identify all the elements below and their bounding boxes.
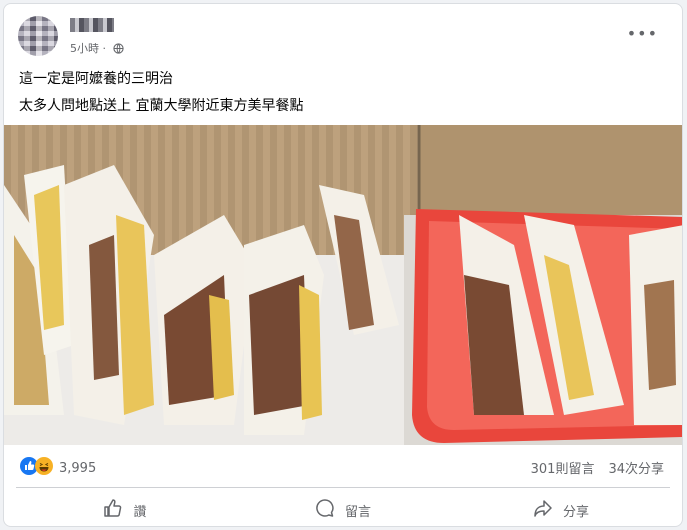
haha-reaction-icon xyxy=(35,457,53,479)
avatar[interactable] xyxy=(18,16,58,56)
like-label: 讚 xyxy=(133,504,147,520)
reaction-count: 3,995 xyxy=(59,460,97,476)
like-button[interactable]: 讚 xyxy=(16,493,234,526)
post-meta: 5小時 · xyxy=(70,40,124,57)
post-stats: 3,995 301則留言 34次分享 xyxy=(20,457,668,477)
more-options-icon[interactable]: ••• xyxy=(627,24,658,43)
comment-label: 留言 xyxy=(344,504,371,520)
comment-button[interactable]: 留言 xyxy=(234,493,452,526)
share-button[interactable]: 分享 xyxy=(452,493,670,526)
post-photo[interactable] xyxy=(4,125,682,445)
comments-count-link[interactable]: 301則留言 xyxy=(531,458,595,477)
post-text-line-2: 太多人問地點送上 宜蘭大學附近東方美早餐點 xyxy=(19,98,304,114)
thumbs-up-icon xyxy=(103,498,123,522)
divider xyxy=(16,487,670,488)
post-text-line-1: 這一定是阿嬤養的三明治 xyxy=(19,71,173,87)
reactions-summary[interactable]: 3,995 xyxy=(20,457,96,479)
comment-bubble-icon xyxy=(315,498,335,522)
engagement-counts: 301則留言 34次分享 xyxy=(531,458,664,477)
post-time[interactable]: 5小時 xyxy=(70,42,99,55)
shares-count-link[interactable]: 34次分享 xyxy=(608,458,664,477)
action-bar: 讚 留言 分享 xyxy=(16,493,670,526)
share-label: 分享 xyxy=(562,504,589,520)
share-arrow-icon xyxy=(533,498,553,522)
sandwich-photo-illustration xyxy=(4,125,682,445)
author-name-blurred[interactable] xyxy=(70,18,114,32)
globe-icon xyxy=(112,43,124,57)
post-card: 5小時 · ••• 這一定是阿嬤養的三明治 太多人問地點送上 宜蘭大學附近東方美… xyxy=(3,3,683,527)
